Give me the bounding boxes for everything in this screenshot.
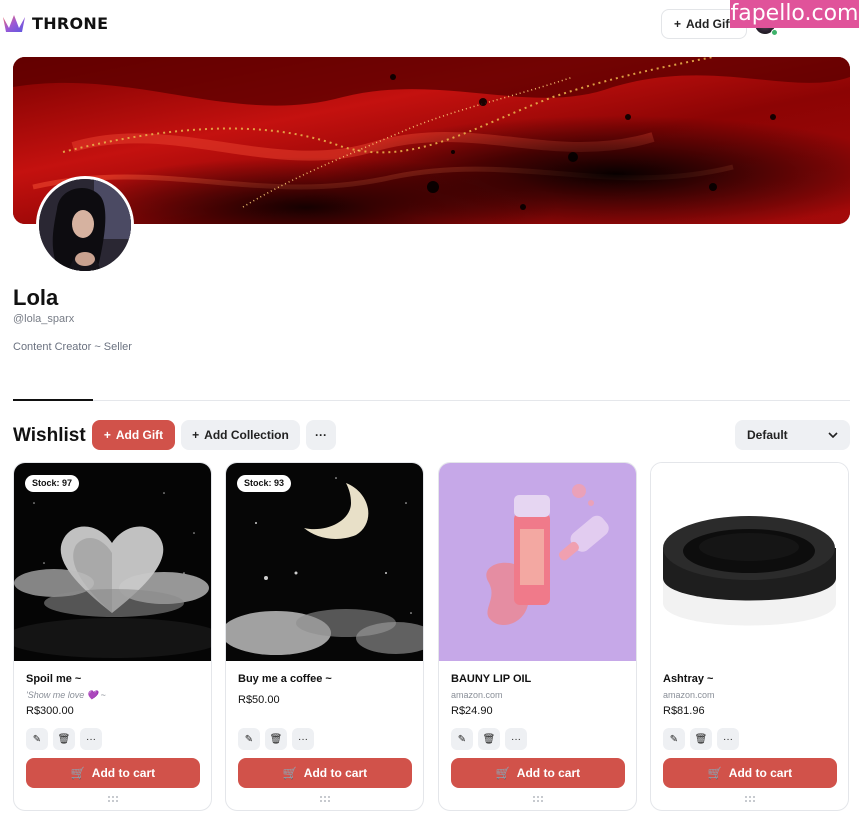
- trash-icon: 🗑: [269, 733, 283, 745]
- plus-icon: +: [103, 428, 111, 442]
- add-collection-label: Add Collection: [204, 428, 289, 442]
- plus-icon: +: [674, 17, 682, 31]
- chevron-down-icon: [828, 432, 838, 438]
- delete-button[interactable]: 🗑: [478, 728, 500, 750]
- add-to-cart-label: Add to cart: [728, 766, 793, 780]
- drag-handle-icon[interactable]: [108, 796, 118, 802]
- delete-button[interactable]: 🗑: [53, 728, 75, 750]
- add-to-cart-button[interactable]: 🛒 Add to cart: [663, 758, 837, 788]
- gift-card[interactable]: Stock: 93 Buy me a coffee ~ R$50.00 ✎ 🗑 …: [225, 462, 424, 811]
- pencil-icon: ✎: [244, 733, 254, 745]
- online-status-dot: [771, 29, 778, 36]
- cart-icon: 🛒: [495, 766, 511, 780]
- tab-active-indicator[interactable]: [13, 399, 93, 401]
- delete-button[interactable]: 🗑: [265, 728, 287, 750]
- top-header: THRONE + Add Gift fapello.com: [0, 0, 859, 48]
- gift-title: Spoil me ~: [26, 673, 82, 685]
- more-button[interactable]: ···: [292, 728, 314, 750]
- more-button[interactable]: ···: [717, 728, 739, 750]
- gift-card[interactable]: Stock: 97 Spoil me ~ 'Show me love 💜 ~ R…: [13, 462, 212, 811]
- gift-image[interactable]: Stock: 93: [226, 463, 423, 661]
- sort-selected-value: Default: [747, 428, 788, 442]
- plus-icon: +: [192, 428, 200, 442]
- more-icon: ···: [315, 428, 327, 442]
- gift-image[interactable]: [439, 463, 636, 661]
- add-collection-button[interactable]: + Add Collection: [181, 420, 300, 450]
- gift-price: R$50.00: [238, 694, 280, 706]
- watermark: fapello.com: [730, 0, 859, 28]
- gift-price: R$81.96: [663, 705, 705, 717]
- gift-card[interactable]: Ashtray ~ amazon.com R$81.96 ✎ 🗑 ··· 🛒 A…: [650, 462, 849, 811]
- gift-price: R$300.00: [26, 705, 74, 717]
- tab-divider: [13, 400, 850, 401]
- more-icon: ···: [511, 733, 521, 745]
- gift-subtitle: 'Show me love 💜 ~: [26, 690, 106, 700]
- gift-image[interactable]: Stock: 97: [14, 463, 211, 661]
- gift-source: amazon.com: [451, 690, 503, 700]
- drag-handle-icon[interactable]: [320, 796, 330, 802]
- add-to-cart-label: Add to cart: [303, 766, 368, 780]
- cart-icon: 🛒: [282, 766, 298, 780]
- gift-title: BAUNY LIP OIL: [451, 673, 532, 685]
- add-to-cart-label: Add to cart: [91, 766, 156, 780]
- more-icon: ···: [298, 733, 308, 745]
- trash-icon: 🗑: [694, 733, 708, 745]
- trash-icon: 🗑: [57, 733, 71, 745]
- header-add-gift-label: Add Gift: [686, 17, 734, 31]
- profile-avatar[interactable]: [36, 176, 134, 274]
- gift-image[interactable]: [651, 463, 848, 661]
- cart-icon: 🛒: [70, 766, 86, 780]
- stock-badge: Stock: 93: [237, 475, 292, 492]
- add-to-cart-button[interactable]: 🛒 Add to cart: [26, 758, 200, 788]
- add-gift-label: Add Gift: [115, 428, 164, 442]
- gift-card[interactable]: BAUNY LIP OIL amazon.com R$24.90 ✎ 🗑 ···…: [438, 462, 637, 811]
- add-to-cart-button[interactable]: 🛒 Add to cart: [451, 758, 625, 788]
- add-to-cart-button[interactable]: 🛒 Add to cart: [238, 758, 412, 788]
- drag-handle-icon[interactable]: [533, 796, 543, 802]
- pencil-icon: ✎: [32, 733, 42, 745]
- add-to-cart-label: Add to cart: [516, 766, 581, 780]
- drag-handle-icon[interactable]: [745, 796, 755, 802]
- trash-icon: 🗑: [482, 733, 496, 745]
- more-icon: ···: [86, 733, 96, 745]
- profile-name: Lola: [13, 285, 59, 310]
- pencil-icon: ✎: [669, 733, 679, 745]
- crown-icon: [3, 15, 25, 32]
- sort-select[interactable]: Default: [735, 420, 850, 450]
- delete-button[interactable]: 🗑: [690, 728, 712, 750]
- gift-source: amazon.com: [663, 690, 715, 700]
- throne-logo[interactable]: THRONE: [2, 12, 108, 34]
- gift-price: R$24.90: [451, 705, 493, 717]
- edit-button[interactable]: ✎: [663, 728, 685, 750]
- add-gift-button[interactable]: + Add Gift: [92, 420, 175, 450]
- profile-banner: [13, 57, 850, 224]
- more-options-button[interactable]: ···: [306, 420, 336, 450]
- edit-button[interactable]: ✎: [26, 728, 48, 750]
- more-button[interactable]: ···: [80, 728, 102, 750]
- edit-button[interactable]: ✎: [451, 728, 473, 750]
- pencil-icon: ✎: [457, 733, 467, 745]
- gift-title: Buy me a coffee ~: [238, 673, 332, 685]
- profile-handle: @lola_sparx: [13, 313, 75, 325]
- wishlist-title: Wishlist: [13, 425, 86, 446]
- more-button[interactable]: ···: [505, 728, 527, 750]
- profile-bio: Content Creator ~ Seller: [13, 341, 132, 353]
- edit-button[interactable]: ✎: [238, 728, 260, 750]
- more-icon: ···: [723, 733, 733, 745]
- logo-text: THRONE: [32, 13, 109, 33]
- gift-title: Ashtray ~: [663, 673, 714, 685]
- stock-badge: Stock: 97: [25, 475, 80, 492]
- cart-icon: 🛒: [707, 766, 723, 780]
